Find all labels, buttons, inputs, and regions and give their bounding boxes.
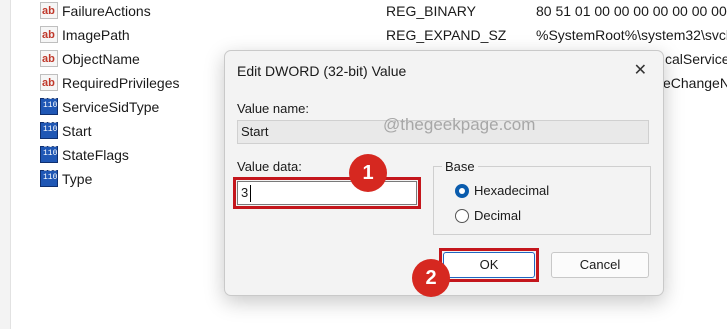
registry-value-name: Start: [62, 123, 92, 139]
hexadecimal-label[interactable]: Hexadecimal: [474, 183, 549, 198]
base-group-box: [433, 166, 651, 235]
registry-row-failureactions[interactable]: ab FailureActions REG_BINARY 80 51 01 00…: [38, 0, 727, 23]
decimal-label[interactable]: Decimal: [474, 208, 521, 223]
watermark: @thegeekpage.com: [383, 115, 536, 134]
step-2-badge: 2: [412, 259, 450, 297]
registry-value-name: StateFlags: [62, 147, 129, 163]
registry-value-type: REG_BINARY: [386, 3, 476, 19]
cancel-button[interactable]: Cancel: [551, 252, 649, 278]
registry-value-name: ObjectName: [62, 51, 140, 67]
registry-value-name: ServiceSidType: [62, 99, 160, 115]
hexadecimal-radio[interactable]: [455, 184, 469, 198]
registry-value-data: calService: [665, 51, 727, 67]
registry-value-type: REG_EXPAND_SZ: [386, 27, 507, 43]
dialog-title: Edit DWORD (32-bit) Value: [237, 63, 407, 79]
base-group-label: Base: [442, 159, 478, 174]
registry-value-data: 80 51 01 00 00 00 00 00 00 00: [536, 3, 727, 19]
registry-value-data: eChangeN: [663, 75, 727, 91]
binary-value-icon: 010 110: [40, 94, 58, 115]
step-1-badge: 1: [349, 154, 387, 192]
registry-value-name: Type: [62, 171, 93, 187]
edit-dword-dialog: Edit DWORD (32-bit) Value ✕ Value name: …: [224, 50, 664, 297]
registry-value-data: %SystemRoot%\system32\svchost: [536, 27, 727, 43]
binary-value-icon: 010 110: [40, 118, 58, 139]
registry-value-name: RequiredPrivileges: [62, 75, 180, 91]
registry-value-name: ImagePath: [62, 27, 130, 43]
string-value-icon: ab: [40, 26, 58, 43]
string-value-icon: ab: [40, 74, 58, 91]
decimal-radio[interactable]: [455, 209, 469, 223]
ok-button-highlight-box: [439, 248, 539, 282]
registry-value-name: FailureActions: [62, 3, 151, 19]
string-value-icon: ab: [40, 2, 58, 19]
value-name-label: Value name:: [237, 101, 310, 116]
value-data-highlight-box: [233, 177, 421, 209]
left-tree-pane-edge: [0, 0, 11, 329]
close-icon[interactable]: ✕: [634, 60, 647, 80]
binary-value-icon: 010 110: [40, 142, 58, 163]
binary-value-icon: 010 110: [40, 166, 58, 187]
registry-row-imagepath[interactable]: ab ImagePath REG_EXPAND_SZ %SystemRoot%\…: [38, 23, 727, 47]
value-data-label: Value data:: [237, 159, 302, 174]
string-value-icon: ab: [40, 50, 58, 67]
